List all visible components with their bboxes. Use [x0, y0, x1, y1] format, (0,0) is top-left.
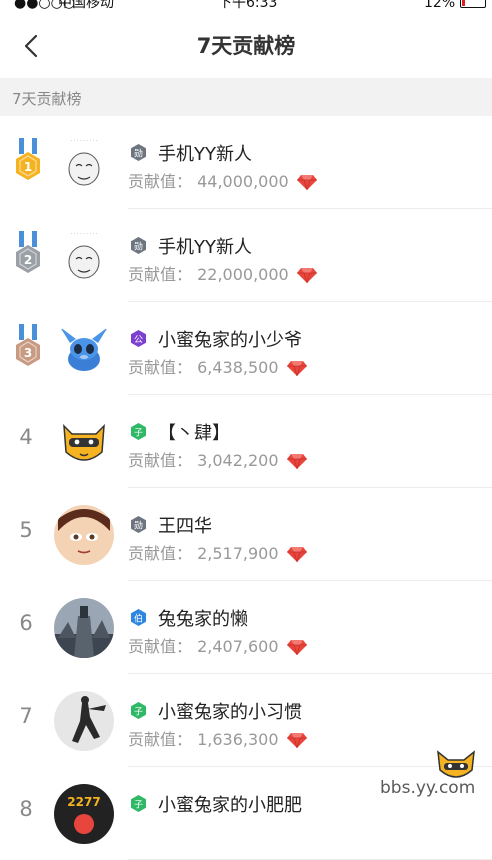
gold-medal-icon: 1	[10, 138, 46, 188]
contribution-value: 贡献值： 2,517,900	[128, 540, 307, 564]
user-name: 小蜜兔家的小少爷	[158, 330, 302, 351]
battery-percent: 12%	[424, 0, 456, 11]
gem-icon	[286, 547, 307, 562]
svg-text:勋: 勋	[134, 520, 143, 532]
svg-text:子: 子	[134, 428, 143, 439]
ranking-row[interactable]: 5 勋 王四华贡献值： 2,517,900	[0, 488, 492, 581]
ranking-row[interactable]: 1 · · · · · · · · · 勋 手机YY新人贡献值： 44,000,000	[0, 116, 492, 209]
contribution-label: 贡献值：	[128, 730, 198, 749]
ranking-row[interactable]: 3 公 小蜜兔家的小少爷贡献值： 6,438,500	[0, 302, 492, 395]
watermark-text: bbs.yy.com	[380, 778, 476, 798]
section-title: 7天贡献榜	[12, 90, 82, 108]
svg-text:勋: 勋	[134, 148, 143, 160]
user-name: 王四华	[158, 516, 212, 537]
bronze-medal-icon: 3	[10, 324, 46, 374]
avatar[interactable]	[54, 412, 114, 472]
avatar[interactable]: · · · · · · · · ·	[54, 226, 114, 286]
contribution-amount: 2,517,900	[197, 544, 279, 563]
watermark: bbs.yy.com	[380, 748, 490, 806]
rank-number: 6	[19, 611, 33, 635]
avatar[interactable]	[54, 598, 114, 658]
avatar[interactable]	[54, 691, 114, 751]
user-name: 兔兔家的懒	[158, 609, 248, 630]
svg-text:子: 子	[134, 707, 143, 718]
contribution-label: 贡献值：	[128, 637, 198, 656]
contribution-amount: 1,636,300	[197, 730, 279, 749]
svg-text:· · · · · · · · ·: · · · · · · · · ·	[70, 231, 97, 237]
noble-badge-icon: 勋	[130, 144, 147, 161]
page-title: 7天贡献榜	[196, 34, 296, 58]
user-name: 小蜜兔家的小肥肥	[158, 795, 302, 816]
contribution-amount: 6,438,500	[197, 358, 279, 377]
gem-icon	[286, 733, 307, 748]
contribution-amount: 2,407,600	[197, 637, 279, 656]
contribution-label: 贡献值：	[128, 451, 198, 470]
status-time: 下午6:33	[218, 0, 278, 11]
noble-badge-icon: 子	[130, 423, 147, 440]
noble-badge-icon: 伯	[130, 609, 147, 626]
contribution-label: 贡献值：	[128, 544, 198, 563]
ranking-row[interactable]: 4 子 【丶肆】贡献值： 3,042,200	[0, 395, 492, 488]
contribution-value: 贡献值： 44,000,000	[128, 168, 317, 192]
gem-icon	[286, 454, 307, 469]
svg-text:· · · · · · · · ·: · · · · · · · · ·	[70, 138, 97, 144]
rank-number: 4	[19, 425, 33, 449]
gem-icon	[286, 640, 307, 655]
gem-icon	[296, 268, 317, 283]
avatar[interactable]: 2277	[54, 784, 114, 844]
svg-text:1: 1	[24, 160, 32, 174]
noble-badge-icon: 公	[130, 330, 147, 347]
battery-icon	[460, 0, 486, 8]
ranking-row[interactable]: 6 伯 兔兔家的懒贡献值： 2,407,600	[0, 581, 492, 674]
svg-text:2: 2	[24, 253, 32, 267]
ranking-row[interactable]: 2 · · · · · · · · · 勋 手机YY新人贡献值： 22,000,000	[0, 209, 492, 302]
contribution-label: 贡献值：	[128, 358, 198, 377]
avatar[interactable]	[54, 505, 114, 565]
user-name: 手机YY新人	[158, 237, 252, 258]
rank-number: 5	[19, 518, 33, 542]
contribution-value: 贡献值： 1,636,300	[128, 726, 307, 750]
rank-number: 7	[19, 704, 33, 728]
contribution-label: 贡献值：	[128, 172, 198, 191]
contribution-value: 贡献值： 2,407,600	[128, 633, 307, 657]
svg-text:3: 3	[24, 346, 32, 360]
contribution-value: 贡献值： 3,042,200	[128, 447, 307, 471]
contribution-value: 贡献值： 22,000,000	[128, 261, 317, 285]
svg-text:2277: 2277	[67, 795, 100, 809]
noble-badge-icon: 子	[130, 795, 147, 812]
svg-text:伯: 伯	[134, 613, 143, 625]
contribution-label: 贡献值：	[128, 265, 198, 284]
svg-text:勋: 勋	[134, 241, 143, 253]
svg-text:公: 公	[134, 335, 143, 346]
section-header: 7天贡献榜	[0, 78, 492, 116]
noble-badge-icon: 子	[130, 702, 147, 719]
noble-badge-icon: 勋	[130, 516, 147, 533]
user-name: 手机YY新人	[158, 144, 252, 165]
noble-badge-icon: 勋	[130, 237, 147, 254]
contribution-value: 贡献值： 6,438,500	[128, 354, 307, 378]
gem-icon	[286, 361, 307, 376]
nav-bar: 7天贡献榜	[0, 14, 492, 78]
avatar[interactable]: · · · · · · · · ·	[54, 133, 114, 193]
avatar[interactable]	[54, 319, 114, 379]
contribution-amount: 3,042,200	[197, 451, 279, 470]
svg-text:子: 子	[134, 800, 143, 811]
gem-icon	[296, 175, 317, 190]
carrier-label: 中国移动	[58, 0, 114, 11]
user-name: 小蜜兔家的小习惯	[158, 702, 302, 723]
rank-number: 8	[19, 797, 33, 821]
contribution-amount: 22,000,000	[197, 265, 289, 284]
silver-medal-icon: 2	[10, 231, 46, 281]
user-name: 【丶肆】	[158, 423, 230, 444]
status-bar: ●●○○○ 中国移动 下午6:33 12%	[0, 0, 492, 14]
contribution-amount: 44,000,000	[197, 172, 289, 191]
